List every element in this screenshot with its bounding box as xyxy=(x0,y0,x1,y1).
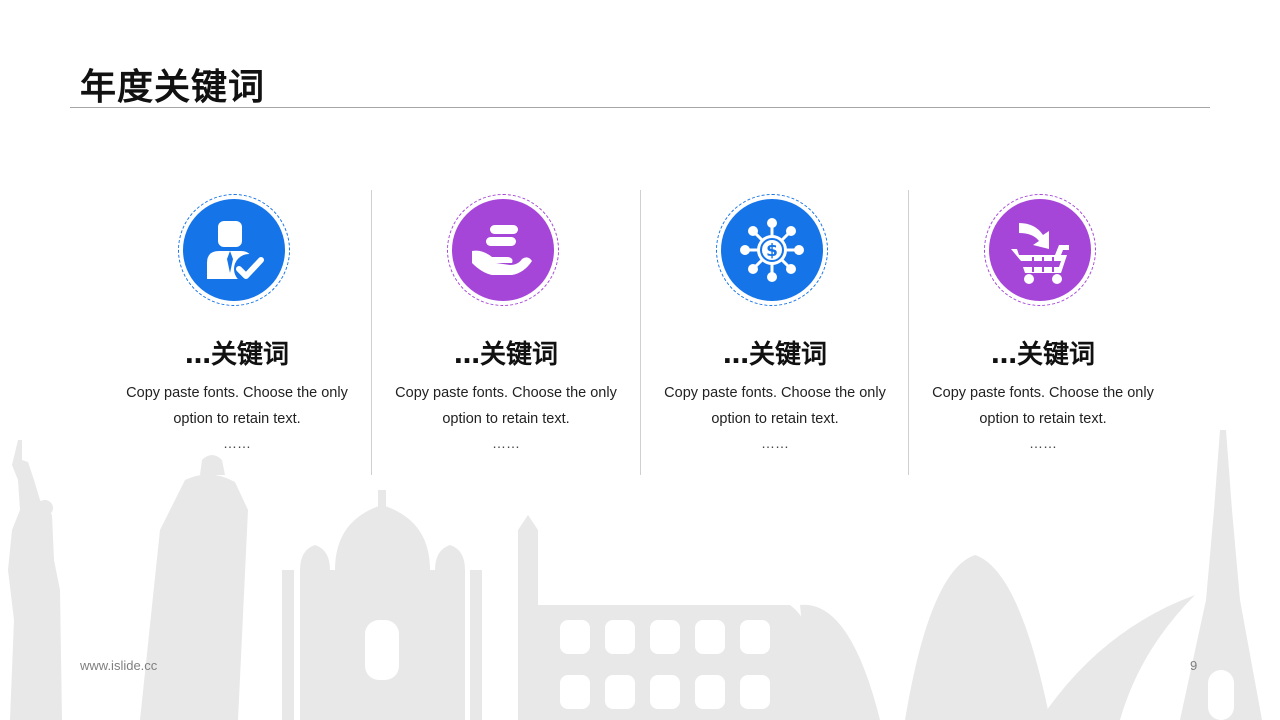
description-line-2: option to retain text. xyxy=(711,411,839,427)
footer-url: www.islide.cc xyxy=(80,658,158,673)
title-divider xyxy=(70,107,1210,108)
description-line-1: Copy paste fonts. Choose the only xyxy=(664,385,886,401)
keyword-heading: …关键词 xyxy=(722,340,827,370)
businessman-check-icon xyxy=(207,221,264,284)
shopping-cart-icon xyxy=(1011,223,1069,284)
description-line-2: option to retain text. xyxy=(173,411,301,427)
icon-disc xyxy=(452,199,554,301)
keyword-description: Copy paste fonts. Choose the only option… xyxy=(382,380,630,432)
dollar-network-icon: $ xyxy=(740,218,804,282)
icon-disc xyxy=(989,199,1091,301)
keyword-description: Copy paste fonts. Choose the only option… xyxy=(651,380,899,432)
ellipsis-text: …… xyxy=(1029,435,1057,451)
description-line-2: option to retain text. xyxy=(979,411,1107,427)
icon-disc xyxy=(183,199,285,301)
ellipsis-text: …… xyxy=(223,435,251,451)
keyword-description: Copy paste fonts. Choose the only option… xyxy=(919,380,1167,432)
keyword-heading: …关键词 xyxy=(453,340,558,370)
keyword-card-1: …关键词 Copy paste fonts. Choose the only o… xyxy=(103,190,371,475)
ellipsis-text: …… xyxy=(492,435,520,451)
hand-holding-coins-icon xyxy=(472,225,532,275)
slide-title: 年度关键词 xyxy=(80,67,266,108)
keyword-heading: …关键词 xyxy=(184,340,289,370)
icon-disc: $ xyxy=(721,199,823,301)
description-line-1: Copy paste fonts. Choose the only xyxy=(932,385,1154,401)
description-line-2: option to retain text. xyxy=(442,411,570,427)
keyword-heading: …关键词 xyxy=(990,340,1095,370)
keyword-description: Copy paste fonts. Choose the only option… xyxy=(113,380,361,432)
svg-text:$: $ xyxy=(766,241,778,261)
keyword-card-2: …关键词 Copy paste fonts. Choose the only o… xyxy=(371,190,640,475)
description-line-1: Copy paste fonts. Choose the only xyxy=(126,385,348,401)
description-line-1: Copy paste fonts. Choose the only xyxy=(395,385,617,401)
keyword-card-3: $ …关键词 Copy paste fonts. Choose the only… xyxy=(640,190,909,475)
ellipsis-text: …… xyxy=(761,435,789,451)
page-number: 9 xyxy=(1190,658,1198,673)
keyword-card-4: …关键词 Copy paste fonts. Choose the only o… xyxy=(908,190,1177,475)
